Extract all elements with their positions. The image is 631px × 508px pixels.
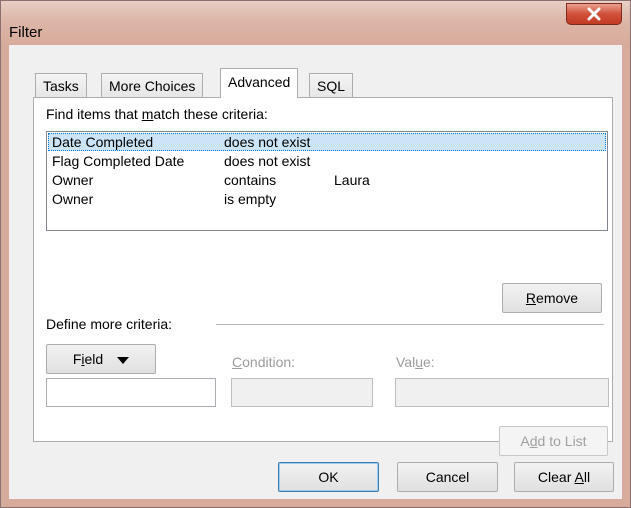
criteria-condition: is empty bbox=[224, 191, 277, 207]
tab-sql[interactable]: SQL bbox=[309, 73, 354, 97]
title-bar[interactable]: Filter bbox=[1, 1, 630, 45]
criteria-field: Owner bbox=[52, 191, 94, 207]
remove-button[interactable]: Remove bbox=[502, 283, 602, 313]
criteria-row[interactable]: Date Completed does not exist bbox=[48, 133, 606, 151]
criteria-field: Date Completed bbox=[52, 134, 154, 150]
window-title: Filter bbox=[9, 24, 43, 41]
condition-combobox[interactable] bbox=[231, 378, 373, 407]
tab-label: SQL bbox=[317, 78, 346, 94]
tab-label: Tasks bbox=[43, 78, 79, 94]
tab-tasks[interactable]: Tasks bbox=[35, 73, 87, 97]
define-criteria-heading: Define more criteria: bbox=[46, 316, 173, 332]
chevron-down-icon bbox=[117, 356, 130, 364]
window-frame-bottom bbox=[1, 499, 630, 507]
field-input[interactable] bbox=[46, 378, 216, 407]
dialog-client-area: Tasks More Choices Advanced SQL Find ite… bbox=[9, 45, 622, 499]
window-frame-left bbox=[1, 45, 9, 507]
advanced-tab-panel: Find items that match these criteria: Da… bbox=[33, 97, 613, 456]
ok-button[interactable]: OK bbox=[278, 462, 379, 492]
criteria-field: Flag Completed Date bbox=[52, 153, 185, 169]
field-dropdown-button[interactable]: Field bbox=[46, 344, 156, 374]
cancel-button[interactable]: Cancel bbox=[397, 462, 498, 492]
tab-more-choices[interactable]: More Choices bbox=[101, 73, 204, 97]
criteria-row[interactable]: Owner contains Laura bbox=[48, 171, 606, 189]
criteria-heading: Find items that match these criteria: bbox=[46, 106, 268, 122]
criteria-row[interactable]: Owner is empty bbox=[48, 190, 606, 208]
value-label: Value: bbox=[396, 354, 435, 370]
filter-dialog: Filter Tasks More Choices Advanced SQL F… bbox=[0, 0, 631, 508]
criteria-field: Owner bbox=[52, 172, 94, 188]
close-button[interactable] bbox=[566, 3, 622, 25]
add-to-list-button[interactable]: Add to List bbox=[499, 426, 608, 456]
define-criteria-divider bbox=[216, 324, 604, 325]
tab-label: More Choices bbox=[109, 78, 196, 94]
value-input[interactable] bbox=[395, 378, 609, 407]
condition-label: Condition: bbox=[232, 354, 296, 370]
criteria-row[interactable]: Flag Completed Date does not exist bbox=[48, 152, 606, 170]
criteria-value: Laura bbox=[334, 172, 370, 188]
criteria-condition: does not exist bbox=[224, 153, 311, 169]
close-icon bbox=[587, 7, 601, 21]
criteria-condition: does not exist bbox=[224, 134, 311, 150]
criteria-condition: contains bbox=[224, 172, 277, 188]
tab-label: Advanced bbox=[228, 74, 291, 90]
tab-advanced[interactable]: Advanced bbox=[220, 68, 299, 98]
criteria-list[interactable]: Date Completed does not exist Flag Compl… bbox=[46, 131, 608, 231]
window-frame-right bbox=[622, 45, 630, 507]
clear-all-button[interactable]: Clear All bbox=[514, 462, 614, 492]
